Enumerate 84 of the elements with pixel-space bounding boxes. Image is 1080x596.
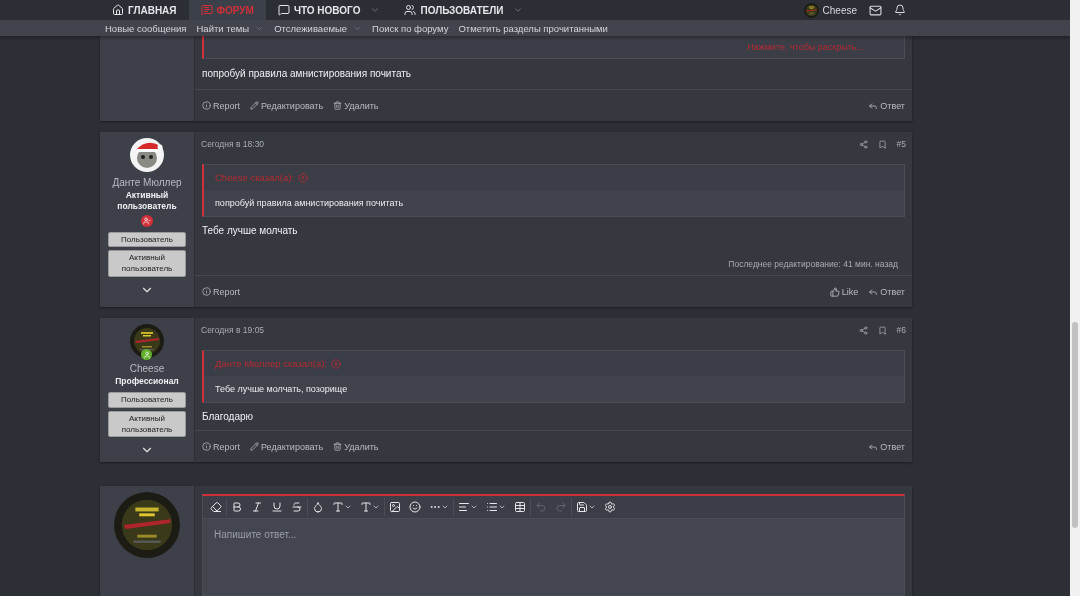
sub-nav-link[interactable]: Поиск по форуму bbox=[367, 20, 454, 36]
mail-icon[interactable] bbox=[869, 3, 882, 17]
image-icon bbox=[389, 501, 401, 513]
droplet-icon bbox=[312, 501, 324, 513]
pencil-icon bbox=[250, 442, 259, 451]
chat-icon bbox=[200, 4, 213, 17]
user-title: Профессионал bbox=[115, 376, 179, 388]
strikethrough-icon bbox=[291, 501, 303, 513]
bold-icon bbox=[231, 501, 243, 513]
report-link[interactable]: Report bbox=[202, 286, 240, 297]
sub-nav-link[interactable]: Найти темы bbox=[191, 20, 270, 36]
caret-icon bbox=[441, 503, 449, 511]
delete-link[interactable]: Удалить bbox=[333, 441, 379, 452]
reply-link[interactable]: Ответ bbox=[868, 100, 905, 111]
speech-bubble-icon bbox=[277, 4, 290, 17]
sub-nav-link[interactable]: Отметить разделы прочитанными bbox=[453, 20, 613, 36]
like-link[interactable]: Like bbox=[829, 286, 859, 297]
user-banner: Активный пользователь bbox=[108, 250, 186, 277]
reply-icon bbox=[868, 100, 879, 111]
italic-icon bbox=[251, 501, 263, 513]
post-date: Сегодня в 18:30 bbox=[201, 139, 265, 149]
report-link[interactable]: Report bbox=[202, 100, 240, 111]
bookmark-icon[interactable] bbox=[877, 325, 887, 335]
bookmark-icon[interactable] bbox=[877, 139, 887, 149]
users-icon bbox=[404, 4, 417, 17]
post-number[interactable]: #6 bbox=[896, 325, 906, 335]
user-menu[interactable]: Cheese bbox=[803, 2, 857, 18]
caret-icon bbox=[344, 503, 352, 511]
username-link[interactable]: Cheese bbox=[129, 363, 165, 374]
pencil-icon bbox=[250, 101, 259, 110]
caret-icon bbox=[588, 503, 596, 511]
table-icon bbox=[514, 501, 526, 513]
post-number[interactable]: #5 bbox=[896, 139, 906, 149]
post-text: Тебе лучше молчать bbox=[201, 224, 299, 238]
share-icon[interactable] bbox=[858, 139, 868, 149]
report-link[interactable]: Report bbox=[202, 441, 240, 452]
scrollbar-thumb[interactable] bbox=[1072, 322, 1078, 528]
user-banner: Активный пользователь bbox=[108, 410, 186, 438]
caret-icon bbox=[498, 503, 506, 511]
trash-icon bbox=[333, 442, 343, 451]
reply-link[interactable]: Ответ bbox=[868, 286, 905, 297]
share-icon[interactable] bbox=[858, 325, 868, 335]
info-icon bbox=[202, 442, 211, 451]
edited-note: Последнее редактирование: 41 мин. назад bbox=[727, 259, 899, 271]
nav-tab[interactable]: ГЛАВНАЯ bbox=[100, 0, 189, 21]
save-icon bbox=[576, 501, 588, 513]
user-banner: Пользователь bbox=[108, 392, 186, 408]
quote-text: попробуй правила амнистирования почитать bbox=[204, 190, 904, 216]
nav-tab[interactable]: ПОЛЬЗОВАТЕЛИ bbox=[392, 0, 536, 21]
post-date: Сегодня в 19:05 bbox=[201, 325, 265, 335]
caret-icon bbox=[372, 503, 380, 511]
align-left-icon bbox=[458, 501, 470, 513]
eraser-icon bbox=[210, 501, 222, 513]
reply-link[interactable]: Ответ bbox=[868, 441, 905, 452]
username-link[interactable]: Данте Мюллер bbox=[112, 177, 182, 188]
trash-icon bbox=[333, 101, 343, 110]
font-icon bbox=[332, 501, 344, 513]
home-icon bbox=[112, 4, 124, 17]
quote-text: Тебе лучше молчать, позорище bbox=[204, 376, 904, 402]
list-icon bbox=[486, 501, 498, 513]
reply-input[interactable]: Напишите ответ... bbox=[203, 519, 904, 595]
sub-nav-link[interactable]: Отслеживаемые bbox=[269, 20, 368, 36]
caret-icon bbox=[470, 503, 478, 511]
info-icon bbox=[202, 101, 211, 110]
edit-link[interactable]: Редактировать bbox=[250, 100, 324, 111]
user-title: Активный пользователь bbox=[116, 190, 178, 213]
delete-link[interactable]: Удалить bbox=[333, 100, 379, 111]
post-text: попробуй правила амнистирования почитать bbox=[201, 67, 413, 81]
text-size-icon bbox=[360, 501, 372, 513]
undo-icon bbox=[535, 501, 547, 513]
post-text: Благодарю bbox=[201, 410, 255, 424]
user-banner: Пользователь bbox=[108, 231, 186, 248]
redo-icon bbox=[555, 501, 567, 513]
bell-icon[interactable] bbox=[894, 4, 906, 17]
edit-link[interactable]: Редактировать bbox=[250, 441, 324, 452]
reply-icon bbox=[868, 286, 879, 297]
thumbs-up-icon bbox=[829, 286, 840, 297]
reply-icon bbox=[868, 441, 879, 452]
sub-nav-link[interactable]: Новые сообщения bbox=[100, 20, 192, 36]
info-icon bbox=[202, 287, 211, 296]
settings-icon bbox=[604, 501, 616, 513]
underline-icon bbox=[271, 501, 283, 513]
smiley-icon bbox=[409, 501, 421, 513]
nav-tab[interactable]: ЧТО НОВОГО bbox=[265, 0, 393, 21]
